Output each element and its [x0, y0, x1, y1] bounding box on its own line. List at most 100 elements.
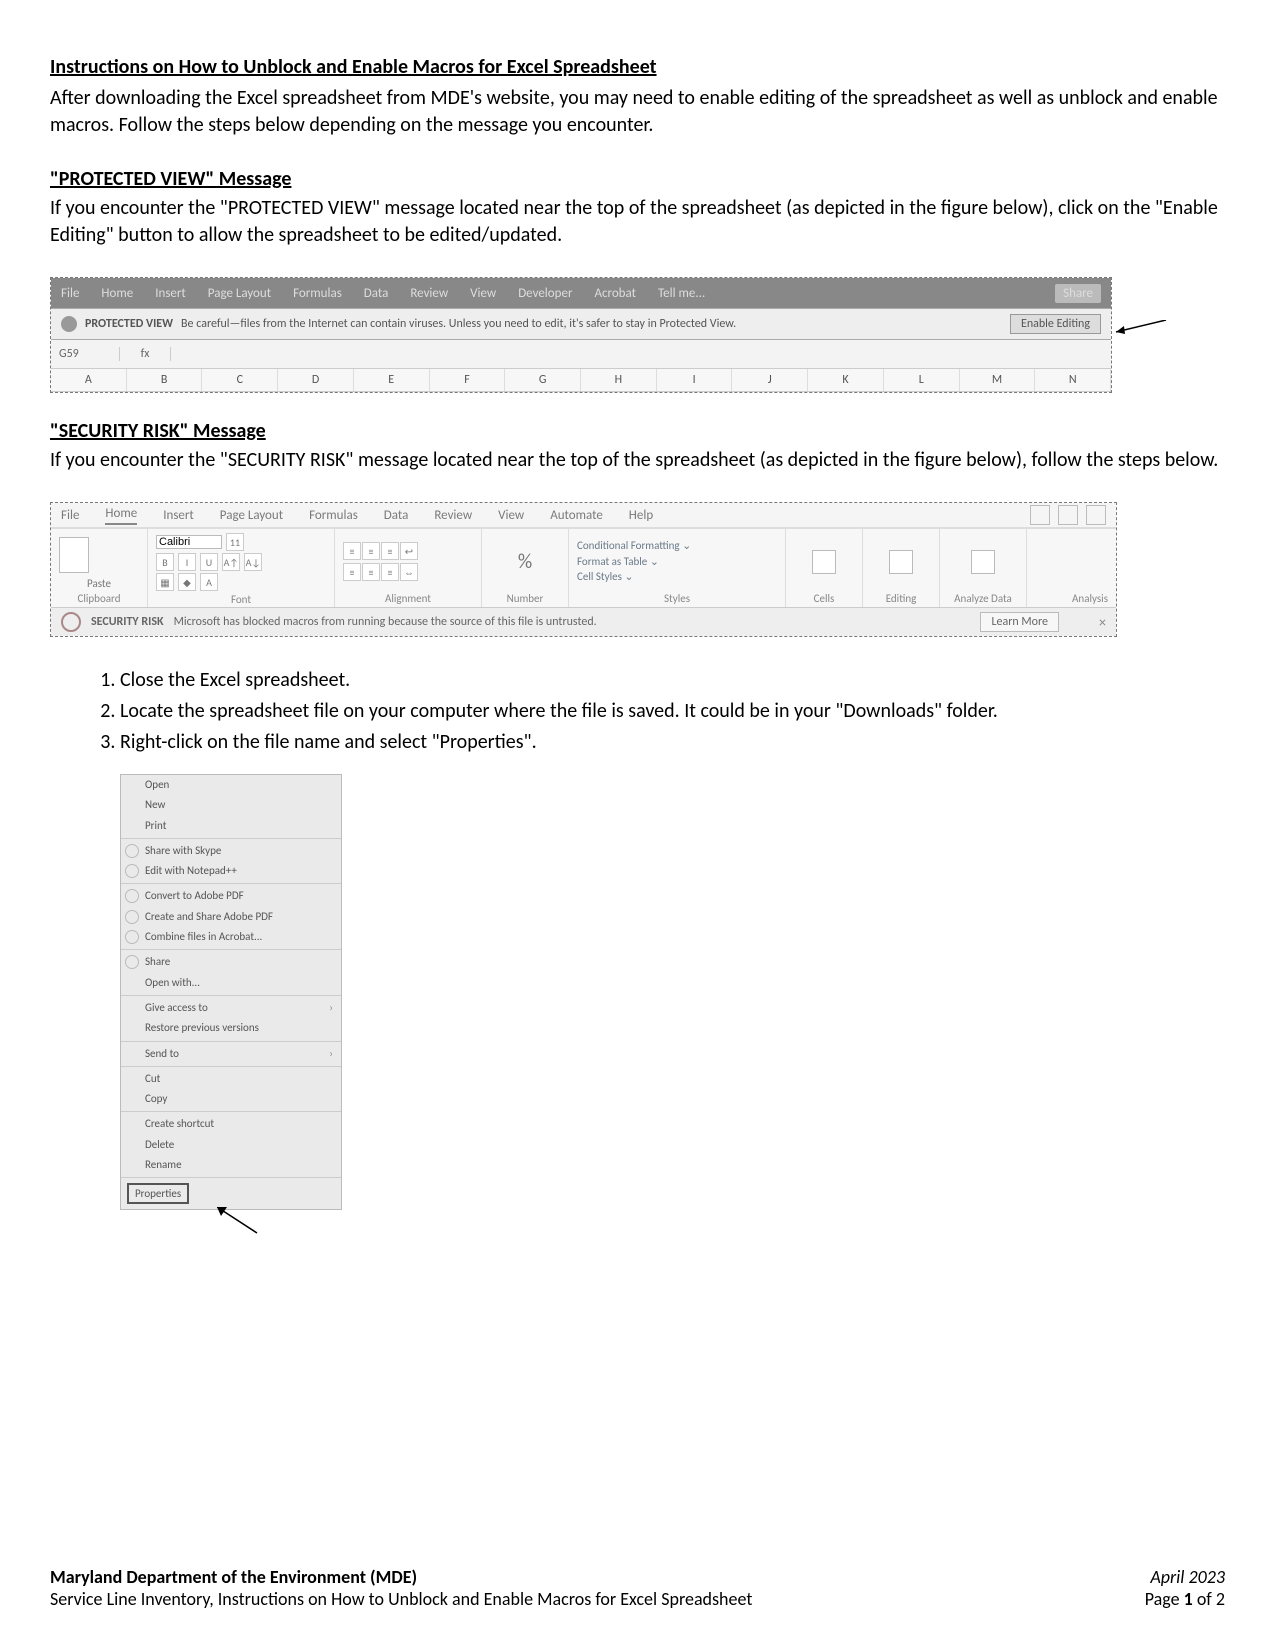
underline-button[interactable]: U — [200, 553, 218, 571]
chevron-down-icon[interactable] — [1086, 505, 1106, 525]
comments-icon[interactable] — [1030, 505, 1050, 525]
fill-color-button[interactable]: ◆ — [178, 573, 196, 591]
format-as-table-button[interactable]: Format as Table ⌄ — [577, 554, 691, 569]
tab-help[interactable]: Help — [629, 508, 653, 523]
menu-edit-notepad[interactable]: Edit with Notepad++ — [121, 861, 341, 881]
menu-give-access[interactable]: Give access to — [121, 998, 341, 1018]
menu-restore-versions[interactable]: Restore previous versions — [121, 1018, 341, 1038]
align-left-button[interactable]: ≡ — [343, 563, 361, 581]
menu-share-skype[interactable]: Share with Skype — [121, 841, 341, 861]
col-h[interactable]: H — [581, 369, 657, 391]
col-a[interactable]: A — [51, 369, 127, 391]
menu-cut[interactable]: Cut — [121, 1069, 341, 1089]
tab-acrobat[interactable]: Acrobat — [594, 286, 636, 301]
menu-open[interactable]: Open — [121, 775, 341, 795]
footer-sub: Service Line Inventory, Instructions on … — [50, 1588, 752, 1610]
tab-file[interactable]: File — [61, 286, 79, 301]
analyze-group-label: Analyze Data — [948, 592, 1018, 605]
font-group-label: Font — [156, 593, 326, 606]
tab-page-layout[interactable]: Page Layout — [220, 508, 283, 523]
col-m[interactable]: M — [960, 369, 1036, 391]
tab-home[interactable]: Home — [105, 506, 137, 525]
menu-copy[interactable]: Copy — [121, 1089, 341, 1109]
learn-more-button[interactable]: Learn More — [980, 612, 1059, 632]
col-f[interactable]: F — [430, 369, 506, 391]
editing-icon[interactable] — [889, 550, 913, 574]
italic-button[interactable]: I — [178, 553, 196, 571]
tab-automate[interactable]: Automate — [550, 508, 603, 523]
col-d[interactable]: D — [278, 369, 354, 391]
tab-review[interactable]: Review — [410, 286, 448, 301]
tab-file[interactable]: File — [61, 508, 79, 523]
menu-create-share-adobe[interactable]: Create and Share Adobe PDF — [121, 907, 341, 927]
share-button[interactable]: Share — [1055, 284, 1101, 303]
paste-icon[interactable] — [59, 537, 89, 573]
menu-combine-acrobat[interactable]: Combine files in Acrobat... — [121, 927, 341, 947]
font-color-button[interactable]: A — [200, 573, 218, 591]
tab-data[interactable]: Data — [364, 286, 389, 301]
cells-icon[interactable] — [812, 550, 836, 574]
col-e[interactable]: E — [354, 369, 430, 391]
align-center-button[interactable]: ≡ — [362, 563, 380, 581]
percent-icon[interactable]: % — [518, 550, 532, 574]
footer-page: Page 1 of 2 — [1145, 1588, 1225, 1610]
tab-insert[interactable]: Insert — [155, 286, 186, 301]
menu-print[interactable]: Print — [121, 816, 341, 836]
align-bottom-button[interactable]: ≡ — [381, 542, 399, 560]
col-j[interactable]: J — [732, 369, 808, 391]
conditional-formatting-button[interactable]: Conditional Formatting ⌄ — [577, 538, 691, 553]
tab-home[interactable]: Home — [101, 286, 133, 301]
cell-styles-button[interactable]: Cell Styles ⌄ — [577, 569, 691, 584]
align-top-button[interactable]: ≡ — [343, 542, 361, 560]
col-c[interactable]: C — [202, 369, 278, 391]
menu-rename[interactable]: Rename — [121, 1155, 341, 1175]
tab-data[interactable]: Data — [384, 508, 409, 523]
paste-label: Paste — [59, 577, 139, 590]
tab-review[interactable]: Review — [434, 508, 472, 523]
font-name-input[interactable] — [156, 535, 222, 549]
tab-insert[interactable]: Insert — [163, 508, 194, 523]
tab-view[interactable]: View — [498, 508, 524, 523]
increase-font-button[interactable]: A↑ — [222, 553, 240, 571]
close-icon[interactable]: × — [1099, 614, 1106, 631]
instruction-steps: Close the Excel spreadsheet. Locate the … — [90, 667, 1225, 756]
col-k[interactable]: K — [808, 369, 884, 391]
tab-tellme[interactable]: Tell me... — [658, 286, 705, 301]
align-middle-button[interactable]: ≡ — [362, 542, 380, 560]
menu-create-shortcut[interactable]: Create shortcut — [121, 1114, 341, 1134]
font-size-input[interactable]: 11 — [226, 533, 244, 551]
tab-page-layout[interactable]: Page Layout — [208, 286, 271, 301]
tab-formulas[interactable]: Formulas — [309, 508, 358, 523]
tab-developer[interactable]: Developer — [518, 286, 572, 301]
name-box[interactable]: G59 — [51, 347, 120, 361]
merge-button[interactable]: ⇔ — [400, 563, 418, 581]
enable-editing-button[interactable]: Enable Editing — [1010, 314, 1101, 334]
share-icon[interactable] — [1058, 505, 1078, 525]
menu-convert-adobe[interactable]: Convert to Adobe PDF — [121, 886, 341, 906]
menu-open-with[interactable]: Open with... — [121, 973, 341, 993]
callout-arrow-icon — [217, 1207, 267, 1237]
menu-properties[interactable]: Properties — [127, 1183, 189, 1204]
col-i[interactable]: I — [657, 369, 733, 391]
security-risk-bar: SECURITY RISK Microsoft has blocked macr… — [51, 608, 1116, 636]
analyze-data-icon[interactable] — [971, 550, 995, 574]
col-g[interactable]: G — [505, 369, 581, 391]
align-right-button[interactable]: ≡ — [381, 563, 399, 581]
number-group-label: Number — [490, 592, 560, 605]
border-button[interactable]: ▦ — [156, 573, 174, 591]
tab-formulas[interactable]: Formulas — [293, 286, 342, 301]
menu-new[interactable]: New — [121, 795, 341, 815]
col-b[interactable]: B — [127, 369, 203, 391]
wrap-text-button[interactable]: ↩ — [400, 542, 418, 560]
menu-share[interactable]: Share — [121, 952, 341, 972]
tab-view[interactable]: View — [470, 286, 496, 301]
col-n[interactable]: N — [1035, 369, 1111, 391]
decrease-font-button[interactable]: A↓ — [244, 553, 262, 571]
menu-send-to[interactable]: Send to — [121, 1044, 341, 1064]
bold-button[interactable]: B — [156, 553, 174, 571]
notepad-icon — [125, 864, 139, 878]
column-headers: A B C D E F G H I J K L M N — [51, 369, 1111, 392]
menu-delete[interactable]: Delete — [121, 1135, 341, 1155]
protected-view-text: Be careful—files from the Internet can c… — [181, 317, 736, 331]
col-l[interactable]: L — [884, 369, 960, 391]
